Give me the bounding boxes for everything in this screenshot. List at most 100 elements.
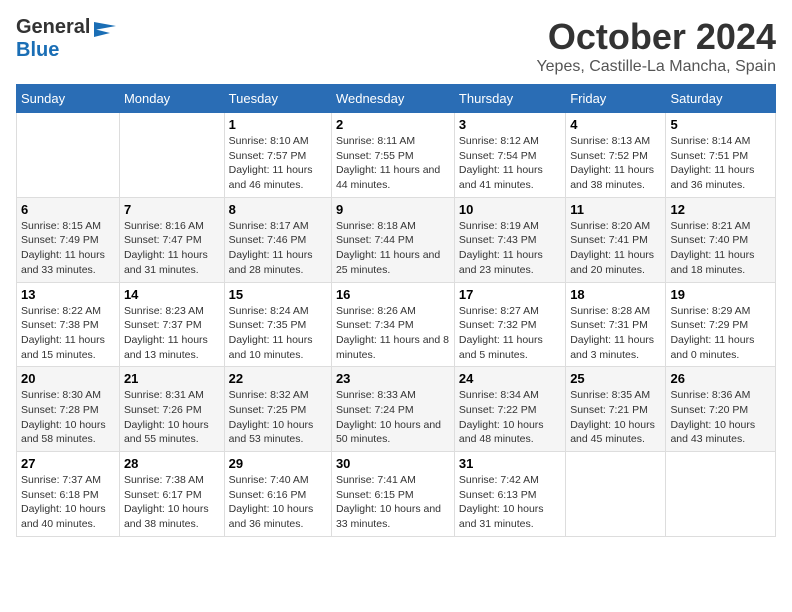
calendar-cell: 15Sunrise: 8:24 AM Sunset: 7:35 PM Dayli… [224,282,331,367]
day-info: Sunrise: 8:35 AM Sunset: 7:21 PM Dayligh… [570,388,661,447]
calendar-cell: 9 Sunrise: 8:18 AM Sunset: 7:44 PM Daylig… [331,197,454,282]
calendar-cell: 8 Sunrise: 8:17 AM Sunset: 7:46 PM Daylig… [224,197,331,282]
logo: General Blue [16,16,118,62]
calendar-cell: 6 Sunrise: 8:15 AM Sunset: 7:49 PM Daylig… [17,197,120,282]
calendar-cell: 20Sunrise: 8:30 AM Sunset: 7:28 PM Dayli… [17,367,120,452]
calendar-cell: 27 Sunrise: 7:37 AM Sunset: 6:18 PM Dayli… [17,452,120,537]
calendar-cell [666,452,776,537]
calendar-week-row: 13 Sunrise: 8:22 AM Sunset: 7:38 PM Dayli… [17,282,776,367]
day-number: 23 [336,371,450,386]
weekday-header-wednesday: Wednesday [331,85,454,113]
calendar-cell: 19 Sunrise: 8:29 AM Sunset: 7:29 PM Dayli… [666,282,776,367]
day-number: 4 [570,117,661,132]
calendar-header-row: SundayMondayTuesdayWednesdayThursdayFrid… [17,85,776,113]
location-text: Yepes, Castille-La Mancha, Spain [536,58,776,76]
calendar-cell [566,452,666,537]
calendar-cell: 10Sunrise: 8:19 AM Sunset: 7:43 PM Dayli… [454,197,565,282]
day-info: Sunrise: 8:21 AM Sunset: 7:40 PM Dayligh… [670,219,771,278]
day-number: 12 [670,202,771,217]
calendar-cell: 21 Sunrise: 8:31 AM Sunset: 7:26 PM Dayli… [119,367,224,452]
calendar-cell: 29Sunrise: 7:40 AM Sunset: 6:16 PM Dayli… [224,452,331,537]
calendar-cell: 17 Sunrise: 8:27 AM Sunset: 7:32 PM Dayli… [454,282,565,367]
day-number: 31 [459,456,561,471]
page-header: General Blue October 2024 Yepes, Castill… [16,16,776,76]
calendar-cell: 14 Sunrise: 8:23 AM Sunset: 7:37 PM Dayli… [119,282,224,367]
day-number: 25 [570,371,661,386]
day-info: Sunrise: 8:15 AM Sunset: 7:49 PM Dayligh… [21,219,115,278]
day-info: Sunrise: 8:26 AM Sunset: 7:34 PM Dayligh… [336,304,450,363]
day-number: 1 [229,117,327,132]
calendar-cell: 26Sunrise: 8:36 AM Sunset: 7:20 PM Dayli… [666,367,776,452]
day-info: Sunrise: 8:28 AM Sunset: 7:31 PM Dayligh… [570,304,661,363]
day-number: 3 [459,117,561,132]
calendar-cell: 31 Sunrise: 7:42 AM Sunset: 6:13 PM Dayli… [454,452,565,537]
calendar-cell: 4 Sunrise: 8:13 AM Sunset: 7:52 PM Daylig… [566,113,666,198]
calendar-cell: 11Sunrise: 8:20 AM Sunset: 7:41 PM Dayli… [566,197,666,282]
day-number: 26 [670,371,771,386]
day-number: 27 [21,456,115,471]
day-info: Sunrise: 8:32 AM Sunset: 7:25 PM Dayligh… [229,388,327,447]
logo-blue-text: Blue [16,39,59,62]
day-number: 14 [124,287,220,302]
logo-flag-icon [92,20,118,38]
day-number: 21 [124,371,220,386]
day-info: Sunrise: 8:27 AM Sunset: 7:32 PM Dayligh… [459,304,561,363]
day-number: 17 [459,287,561,302]
calendar-cell: 12 Sunrise: 8:21 AM Sunset: 7:40 PM Dayli… [666,197,776,282]
calendar-table: SundayMondayTuesdayWednesdayThursdayFrid… [16,84,776,537]
calendar-cell: 30 Sunrise: 7:41 AM Sunset: 6:15 PM Dayli… [331,452,454,537]
calendar-cell: 22 Sunrise: 8:32 AM Sunset: 7:25 PM Dayli… [224,367,331,452]
day-number: 30 [336,456,450,471]
title-area: October 2024 Yepes, Castille-La Mancha, … [536,16,776,76]
day-info: Sunrise: 8:33 AM Sunset: 7:24 PM Dayligh… [336,388,450,447]
day-info: Sunrise: 8:17 AM Sunset: 7:46 PM Dayligh… [229,219,327,278]
day-info: Sunrise: 7:37 AM Sunset: 6:18 PM Dayligh… [21,473,115,532]
day-number: 2 [336,117,450,132]
day-number: 10 [459,202,561,217]
day-info: Sunrise: 8:16 AM Sunset: 7:47 PM Dayligh… [124,219,220,278]
day-info: Sunrise: 8:22 AM Sunset: 7:38 PM Dayligh… [21,304,115,363]
day-number: 7 [124,202,220,217]
day-number: 28 [124,456,220,471]
day-number: 18 [570,287,661,302]
day-info: Sunrise: 8:31 AM Sunset: 7:26 PM Dayligh… [124,388,220,447]
day-info: Sunrise: 8:23 AM Sunset: 7:37 PM Dayligh… [124,304,220,363]
weekday-header-saturday: Saturday [666,85,776,113]
day-number: 11 [570,202,661,217]
day-info: Sunrise: 8:13 AM Sunset: 7:52 PM Dayligh… [570,134,661,193]
day-number: 24 [459,371,561,386]
day-number: 6 [21,202,115,217]
calendar-cell: 28 Sunrise: 7:38 AM Sunset: 6:17 PM Dayli… [119,452,224,537]
day-number: 9 [336,202,450,217]
day-info: Sunrise: 8:24 AM Sunset: 7:35 PM Dayligh… [229,304,327,363]
weekday-header-friday: Friday [566,85,666,113]
day-number: 5 [670,117,771,132]
day-number: 29 [229,456,327,471]
calendar-week-row: 6 Sunrise: 8:15 AM Sunset: 7:49 PM Daylig… [17,197,776,282]
calendar-cell: 1Sunrise: 8:10 AM Sunset: 7:57 PM Daylig… [224,113,331,198]
weekday-header-sunday: Sunday [17,85,120,113]
calendar-cell: 7 Sunrise: 8:16 AM Sunset: 7:47 PM Daylig… [119,197,224,282]
calendar-week-row: 20Sunrise: 8:30 AM Sunset: 7:28 PM Dayli… [17,367,776,452]
day-info: Sunrise: 7:38 AM Sunset: 6:17 PM Dayligh… [124,473,220,532]
day-number: 16 [336,287,450,302]
calendar-cell: 16 Sunrise: 8:26 AM Sunset: 7:34 PM Dayli… [331,282,454,367]
day-info: Sunrise: 7:41 AM Sunset: 6:15 PM Dayligh… [336,473,450,532]
calendar-week-row: 1Sunrise: 8:10 AM Sunset: 7:57 PM Daylig… [17,113,776,198]
calendar-week-row: 27 Sunrise: 7:37 AM Sunset: 6:18 PM Dayli… [17,452,776,537]
calendar-cell: 5 Sunrise: 8:14 AM Sunset: 7:51 PM Daylig… [666,113,776,198]
day-info: Sunrise: 8:29 AM Sunset: 7:29 PM Dayligh… [670,304,771,363]
day-number: 13 [21,287,115,302]
day-number: 8 [229,202,327,217]
day-number: 19 [670,287,771,302]
calendar-cell: 3Sunrise: 8:12 AM Sunset: 7:54 PM Daylig… [454,113,565,198]
calendar-cell [119,113,224,198]
calendar-cell: 23 Sunrise: 8:33 AM Sunset: 7:24 PM Dayli… [331,367,454,452]
day-info: Sunrise: 8:14 AM Sunset: 7:51 PM Dayligh… [670,134,771,193]
day-info: Sunrise: 7:42 AM Sunset: 6:13 PM Dayligh… [459,473,561,532]
calendar-cell: 25 Sunrise: 8:35 AM Sunset: 7:21 PM Dayli… [566,367,666,452]
day-info: Sunrise: 8:18 AM Sunset: 7:44 PM Dayligh… [336,219,450,278]
weekday-header-monday: Monday [119,85,224,113]
day-info: Sunrise: 8:30 AM Sunset: 7:28 PM Dayligh… [21,388,115,447]
day-number: 22 [229,371,327,386]
